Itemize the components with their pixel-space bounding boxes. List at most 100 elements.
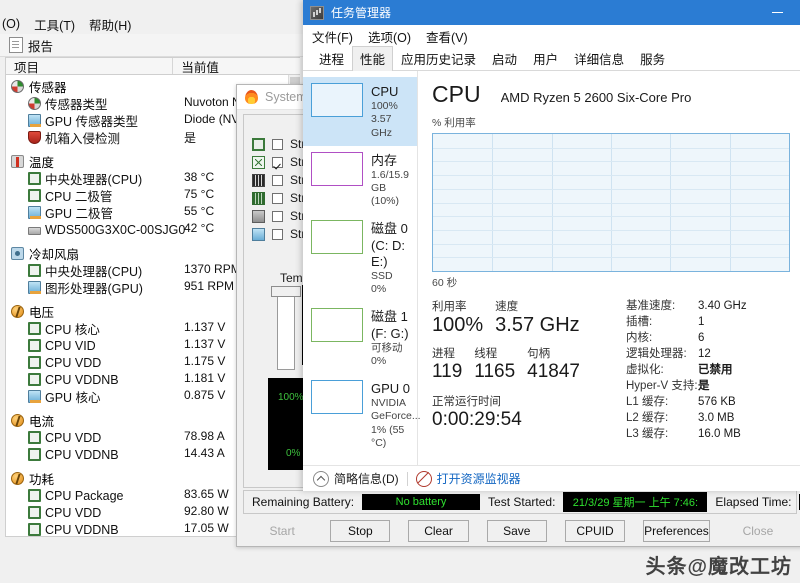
stress-checkbox[interactable] — [272, 192, 283, 204]
cpu-stats-left: 利用率 100% 速度 3.57 GHz 进程 119 线程 1165 句柄 4… — [432, 298, 622, 442]
sensor-row-value: 83.65 W — [184, 487, 229, 501]
graph-gridline-h — [433, 161, 789, 163]
spec-row: 插槽: 1 — [626, 314, 790, 330]
footer-divider — [406, 471, 408, 486]
sidebar-item-磁盘 1 (F: G:)[interactable]: 磁盘 1 (F: G:) 可移动 0% — [303, 302, 417, 374]
spec-key: L1 缓存: — [626, 396, 669, 408]
sidebar-item-CPU[interactable]: CPU 100% 3.57 GHz — [303, 77, 417, 146]
metric-uptime-value: 0:00:29:54 — [432, 408, 522, 430]
spec-key: 逻辑处理器: — [626, 348, 687, 360]
column-header-value[interactable]: 当前值 — [173, 58, 300, 75]
sst-button-bar: Start Stop Clear Save CPUID Preferences Close — [243, 518, 797, 544]
tab-服务[interactable]: 服务 — [632, 46, 673, 71]
sensor-row-label: GPU 二极管 — [45, 207, 114, 221]
sensor-row-value: 1370 RPM — [184, 262, 241, 276]
spec-value: 3.40 GHz — [698, 300, 747, 312]
minimize-button[interactable] — [754, 0, 800, 25]
sidebar-item-内存[interactable]: 内存 1.6/15.9 GB (10%) — [303, 146, 417, 215]
sidebar-thumbnail — [311, 151, 363, 186]
performance-sidebar[interactable]: CPU 100% 3.57 GHz 内存 1.6/15.9 GB (10%) 磁盘 0 … — [303, 71, 421, 491]
sensor-row-value: 78.98 A — [184, 429, 225, 443]
sidebar-item-sub2: 0% — [371, 283, 387, 296]
sensor-row-value: 17.05 W — [184, 521, 229, 535]
task-manager-content: CPU 100% 3.57 GHz 内存 1.6/15.9 GB (10%) 磁盘 0 … — [303, 71, 800, 491]
tab-进程[interactable]: 进程 — [311, 46, 352, 71]
cpu-heading: CPU — [432, 81, 481, 107]
metric-threads: 线程 1165 — [474, 345, 515, 383]
metric-utilization: 利用率 100% — [432, 298, 483, 337]
spec-value: 是 — [698, 380, 710, 392]
stress-checkbox[interactable] — [272, 156, 283, 168]
cpu-icon — [28, 506, 41, 519]
voltage-icon — [11, 414, 24, 427]
sensor-row-label: CPU VDD — [45, 430, 102, 445]
sst-button-stop[interactable]: Stop — [330, 520, 391, 542]
sst-button-cpuid[interactable]: CPUID — [564, 520, 626, 542]
sensor-row-value: 0.875 V — [184, 388, 226, 402]
tab-性能[interactable]: 性能 — [352, 46, 394, 71]
sensor-row-label: GPU 核心 — [45, 391, 101, 405]
tab-用户[interactable]: 用户 — [525, 46, 566, 71]
resource-monitor-icon — [415, 470, 432, 487]
report-button-label[interactable]: 报告 — [28, 36, 53, 55]
sensor-row-value: 55 °C — [184, 204, 215, 218]
temperature-slider-thumb[interactable] — [271, 286, 301, 297]
sidebar-item-磁盘 0 (C: D: E:)[interactable]: 磁盘 0 (C: D: E:) SSD 0% — [303, 214, 417, 302]
sensor-row-value: 42 °C — [184, 221, 215, 235]
menu-item-view[interactable]: 查看(V) — [426, 27, 468, 46]
stress-checkbox[interactable] — [272, 138, 283, 150]
util-graph-tick-min: 0% — [286, 448, 301, 459]
stress-memory-icon — [252, 191, 265, 205]
battery-label: Remaining Battery: — [252, 495, 355, 509]
menu-item-options[interactable]: 选项(O) — [368, 27, 411, 46]
elapsed-time-label: Elapsed Time: — [715, 495, 792, 509]
resource-monitor-link[interactable]: 打开资源监视器 — [415, 470, 521, 487]
tab-详细信息[interactable]: 详细信息 — [566, 46, 632, 71]
brief-info-button[interactable]: 简略信息(D) — [313, 470, 399, 487]
sst-button-save[interactable]: Save — [486, 520, 547, 542]
temperature-icon — [11, 155, 24, 168]
stress-cpu-icon — [252, 137, 265, 151]
report-icon — [9, 37, 23, 53]
stress-fpu-icon — [252, 155, 265, 169]
sst-button-preferences[interactable]: Preferences — [643, 520, 710, 542]
temperature-slider[interactable] — [277, 290, 295, 370]
graph-gridline-h — [433, 229, 789, 231]
menu-item-help[interactable]: 帮助(H) — [89, 15, 131, 34]
graph-axis-label: % 利用率 — [432, 117, 476, 129]
menu-item-file[interactable]: 文件(F) — [312, 27, 353, 46]
sidebar-item-GPU 0[interactable]: GPU 0 NVIDIA GeForce... 1% (55 °C) — [303, 374, 421, 456]
sensor-row-label: CPU VDDNB — [45, 372, 119, 387]
sidebar-meta: 磁盘 1 (F: G:) 可移动 0% — [371, 308, 413, 368]
sidebar-item-name: GPU 0 — [371, 381, 411, 396]
menu-item-tools[interactable]: 工具(T) — [34, 15, 75, 34]
task-manager-titlebar[interactable]: 任务管理器 — [303, 0, 800, 25]
stress-gpu-icon — [252, 227, 265, 241]
metric-threads-label: 线程 — [474, 348, 498, 360]
spec-key: L3 缓存: — [626, 428, 669, 440]
metric-utilization-value: 100% — [432, 314, 484, 336]
tab-启动[interactable]: 启动 — [484, 46, 525, 71]
graph-time-label: 60 秒 — [432, 277, 458, 289]
voltage-icon — [11, 305, 24, 318]
brief-info-label: 简略信息(D) — [334, 472, 399, 486]
column-header-item[interactable]: 项目 — [6, 58, 174, 75]
sidebar-item-sub1: NVIDIA GeForce... — [371, 397, 421, 423]
graph-gridline-h — [433, 175, 789, 177]
menu-item-options[interactable]: (O) — [2, 17, 20, 31]
stress-checkbox[interactable] — [272, 210, 283, 222]
gpu-icon — [28, 390, 41, 403]
stress-checkbox[interactable] — [272, 174, 283, 186]
spec-value: 3.0 MB — [698, 412, 735, 424]
flame-icon — [245, 90, 258, 104]
sidebar-meta: 内存 1.6/15.9 GB (10%) — [371, 152, 413, 209]
sidebar-item-sub1: 可移动 — [371, 341, 403, 354]
sensor-row-label: 机箱入侵检测 — [45, 132, 121, 146]
metric-speed: 速度 3.57 GHz — [495, 298, 579, 337]
metric-uptime-label: 正常运行时间 — [432, 395, 501, 408]
sidebar-meta: CPU 100% 3.57 GHz — [371, 83, 413, 140]
sst-button-clear[interactable]: Clear — [408, 520, 469, 542]
tab-应用历史记录[interactable]: 应用历史记录 — [393, 46, 484, 71]
stress-checkbox[interactable] — [272, 228, 283, 240]
spec-value: 576 KB — [698, 396, 736, 408]
